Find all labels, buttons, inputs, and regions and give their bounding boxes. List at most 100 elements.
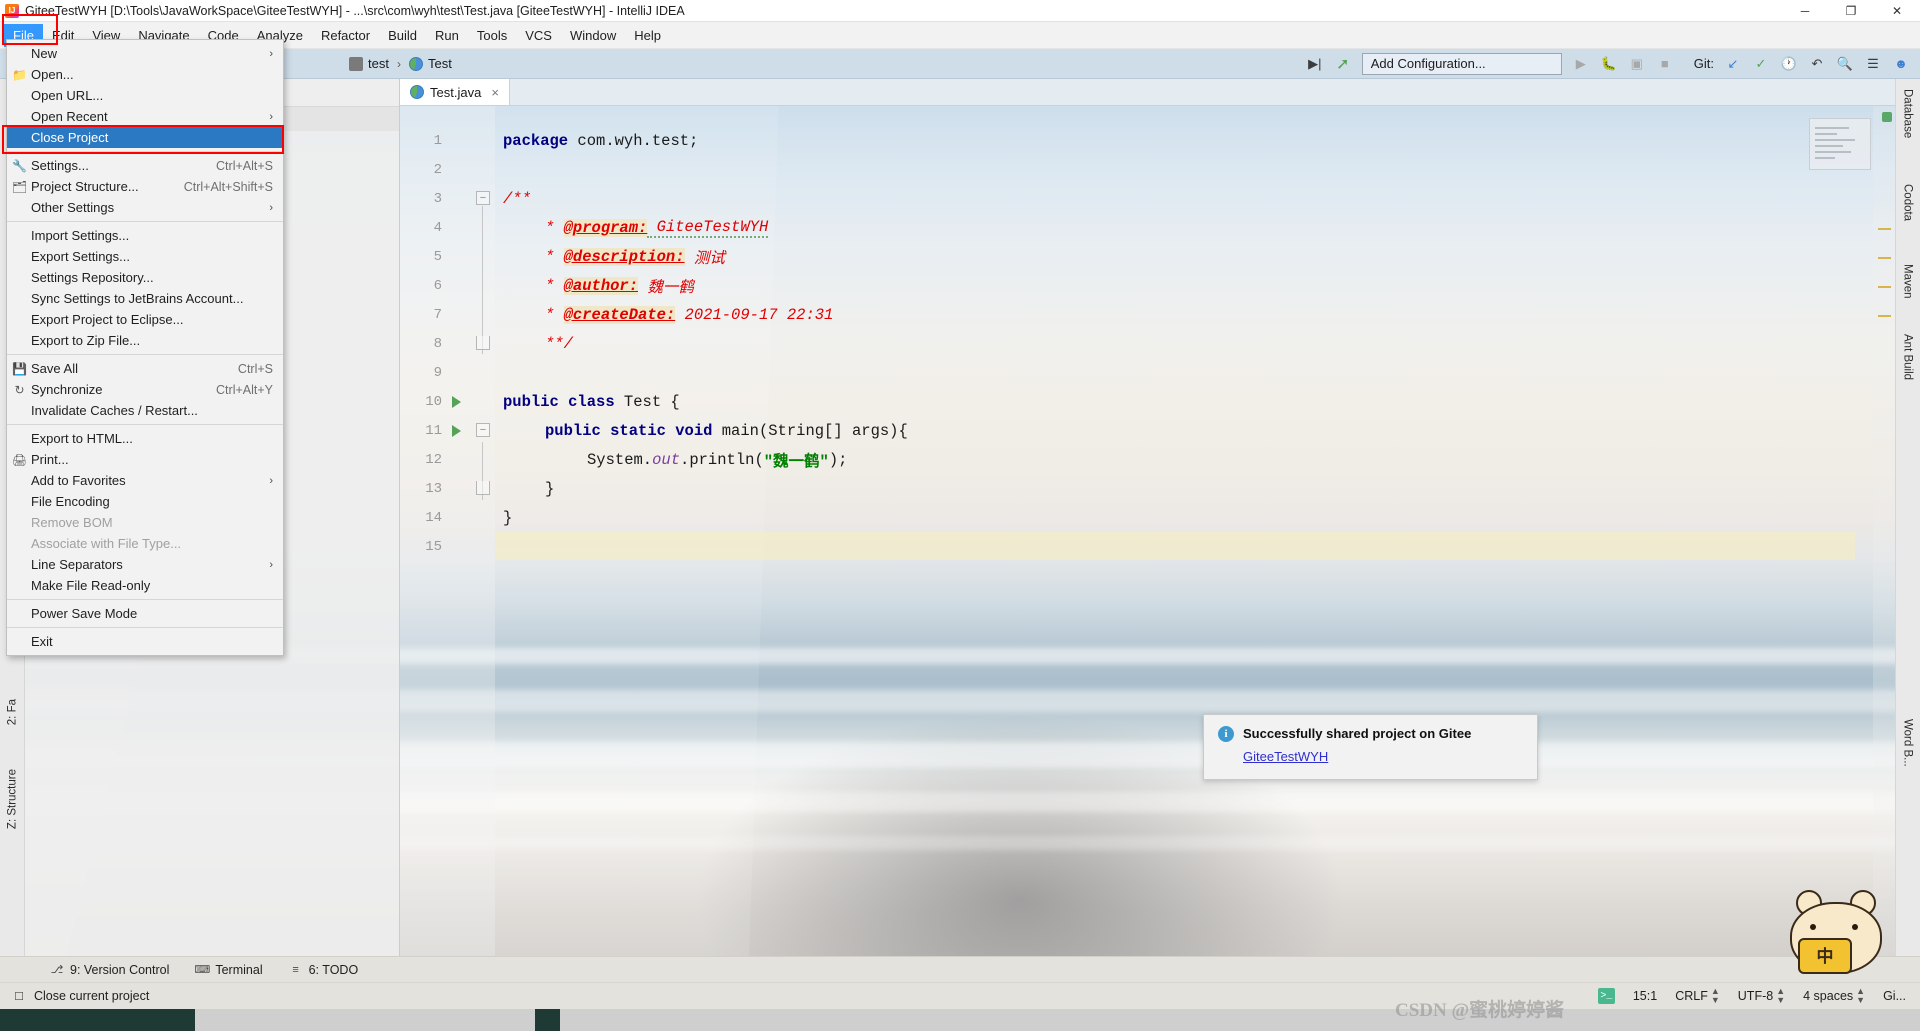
line-number-gutter: 1 2 3 4 5 6 7 8 9 10 11 12 13 14 15 <box>400 106 495 956</box>
gutter-line[interactable]: 15 <box>400 532 495 561</box>
menu-help[interactable]: Help <box>625 24 670 47</box>
run-anything-icon[interactable]: ▶| <box>1306 55 1324 73</box>
menu-item-open-recent[interactable]: Open Recent › <box>7 106 283 127</box>
git-update-icon[interactable]: ↙ <box>1724 55 1742 73</box>
gutter-line[interactable]: 1 <box>400 126 495 155</box>
menu-item-label: Exit <box>31 634 53 649</box>
left-tab-structure[interactable]: Z: Structure <box>2 769 23 829</box>
menu-item-synchronize[interactable]: ↻ Synchronize Ctrl+Alt+Y <box>7 379 283 400</box>
account-icon[interactable]: ☻ <box>1892 55 1910 73</box>
menu-item-import-settings[interactable]: Import Settings... <box>7 225 283 246</box>
run-gutter-icon[interactable] <box>452 395 461 408</box>
notification-link[interactable]: GiteeTestWYH <box>1243 749 1523 764</box>
menu-item-make-file-read-only[interactable]: Make File Read-only <box>7 575 283 596</box>
bottom-tool-6-todo[interactable]: ≡ 6: TODO <box>289 963 358 977</box>
menu-item-close-project[interactable]: Close Project <box>7 127 283 148</box>
menu-item-open-url[interactable]: Open URL... <box>7 85 283 106</box>
marker-gutter[interactable] <box>1873 106 1895 956</box>
menu-item-power-save-mode[interactable]: Power Save Mode <box>7 603 283 624</box>
gutter-line[interactable]: 10 <box>400 387 495 416</box>
menu-item-new[interactable]: New › <box>7 43 283 64</box>
menu-item-add-to-favorites[interactable]: Add to Favorites › <box>7 470 283 491</box>
right-tab-database[interactable]: Database <box>1897 89 1918 138</box>
bottom-tool-terminal[interactable]: ⌨ Terminal <box>194 963 262 977</box>
menu-vcs[interactable]: VCS <box>516 24 561 47</box>
breadcrumb-item-test[interactable]: test <box>345 54 393 73</box>
terminal-icon[interactable]: >_ <box>1597 988 1615 1004</box>
inspection-status-icon[interactable] <box>1882 112 1892 122</box>
run-gutter-icon[interactable] <box>452 424 461 437</box>
git-commit-icon[interactable]: ✓ <box>1752 55 1770 73</box>
caret-position[interactable]: 15:1 <box>1633 989 1657 1003</box>
menu-separator <box>7 627 283 628</box>
stop-icon[interactable]: ■ <box>1656 55 1674 73</box>
menu-item-settings-repository[interactable]: Settings Repository... <box>7 267 283 288</box>
menu-item-open[interactable]: 📁 Open... <box>7 64 283 85</box>
menu-build[interactable]: Build <box>379 24 426 47</box>
menu-tools[interactable]: Tools <box>468 24 516 47</box>
gutter-line[interactable]: 2 <box>400 155 495 184</box>
menu-item-print[interactable]: 🖨 Print... <box>7 449 283 470</box>
line-separator-selector[interactable]: CRLF ▲ ▼ <box>1675 987 1720 1005</box>
code-token: @author: <box>563 276 639 295</box>
menu-separator <box>7 151 283 152</box>
menu-item-export-to-zip-file[interactable]: Export to Zip File... <box>7 330 283 351</box>
menu-item-save-all[interactable]: 💾 Save All Ctrl+S <box>7 358 283 379</box>
code-line: } <box>545 474 554 503</box>
wrench-icon: 🔧 <box>12 158 27 173</box>
maximize-button[interactable]: ❐ <box>1828 0 1874 22</box>
breadcrumb-item-Test[interactable]: Test <box>405 54 456 73</box>
menu-item-export-settings[interactable]: Export Settings... <box>7 246 283 267</box>
menu-item-label: Line Separators <box>31 557 123 572</box>
project-structure-icon[interactable]: ☰ <box>1864 55 1882 73</box>
right-tab-maven[interactable]: Maven <box>1897 264 1918 299</box>
menu-item-shortcut: Ctrl+S <box>237 361 273 376</box>
close-button[interactable]: ✕ <box>1874 0 1920 22</box>
minimize-button[interactable]: ─ <box>1782 0 1828 22</box>
left-tab-favorites[interactable]: 2: Fa <box>2 699 23 725</box>
menu-item-line-separators[interactable]: Line Separators › <box>7 554 283 575</box>
undo-icon[interactable]: ↶ <box>1808 55 1826 73</box>
code-editor[interactable]: 1 2 3 4 5 6 7 8 9 10 11 12 13 14 15 package com.wyh.te… <box>400 106 1895 956</box>
notification-balloon[interactable]: i Successfully shared project on Gitee G… <box>1203 714 1538 780</box>
search-icon[interactable]: 🔍 <box>1836 55 1854 73</box>
run-icon[interactable]: ▶ <box>1572 55 1590 73</box>
gutter-line[interactable]: 14 <box>400 503 495 532</box>
menu-item-file-encoding[interactable]: File Encoding <box>7 491 283 512</box>
menu-item-exit[interactable]: Exit <box>7 631 283 652</box>
menu-item-export-to-html[interactable]: Export to HTML... <box>7 428 283 449</box>
code-fold-toggle[interactable] <box>476 481 490 495</box>
gutter-line[interactable]: 4 <box>400 213 495 242</box>
code-fold-toggle[interactable]: − <box>476 423 490 437</box>
coverage-icon[interactable]: ▣ <box>1628 55 1646 73</box>
code-fold-toggle[interactable] <box>476 336 490 350</box>
chevron-right-icon: › <box>269 558 273 571</box>
right-tab-ant-build[interactable]: Ant Build <box>1897 334 1918 380</box>
debug-icon[interactable]: 🐛 <box>1600 55 1618 73</box>
menu-item-settings[interactable]: 🔧 Settings... Ctrl+Alt+S <box>7 155 283 176</box>
code-fold-toggle[interactable]: − <box>476 191 490 205</box>
git-history-icon[interactable]: 🕐 <box>1780 55 1798 73</box>
close-tab-icon[interactable]: × <box>491 85 499 100</box>
menu-item-sync-settings-to-jetbrains-account[interactable]: Sync Settings to JetBrains Account... <box>7 288 283 309</box>
gutter-line[interactable]: 12 <box>400 445 495 474</box>
right-tab-codota[interactable]: Codota <box>1897 184 1918 221</box>
menu-item-export-project-to-eclipse[interactable]: Export Project to Eclipse... <box>7 309 283 330</box>
editor-tab-Test-java[interactable]: Test.java × <box>400 79 510 105</box>
gutter-line[interactable]: 7 <box>400 300 495 329</box>
code-line: * @createDate: 2021-09-17 22:31 <box>545 300 833 329</box>
bottom-tool-9-version-control[interactable]: ⎇ 9: Version Control <box>50 963 170 977</box>
build-hammer-icon[interactable]: ➚ <box>1334 55 1352 73</box>
gutter-line[interactable]: 9 <box>400 358 495 387</box>
right-tab-word-bag[interactable]: Word B... <box>1897 719 1918 767</box>
menu-window[interactable]: Window <box>561 24 625 47</box>
encoding-selector[interactable]: UTF-8 ▲ ▼ <box>1738 987 1785 1005</box>
menu-run[interactable]: Run <box>426 24 468 47</box>
menu-refactor[interactable]: Refactor <box>312 24 379 47</box>
run-configuration-selector[interactable]: Add Configuration... <box>1361 52 1562 75</box>
menu-item-project-structure[interactable]: 🗂 Project Structure... Ctrl+Alt+Shift+S <box>7 176 283 197</box>
menu-item-other-settings[interactable]: Other Settings › <box>7 197 283 218</box>
gutter-line[interactable]: 6 <box>400 271 495 300</box>
menu-item-invalidate-caches-restart[interactable]: Invalidate Caches / Restart... <box>7 400 283 421</box>
gutter-line[interactable]: 5 <box>400 242 495 271</box>
